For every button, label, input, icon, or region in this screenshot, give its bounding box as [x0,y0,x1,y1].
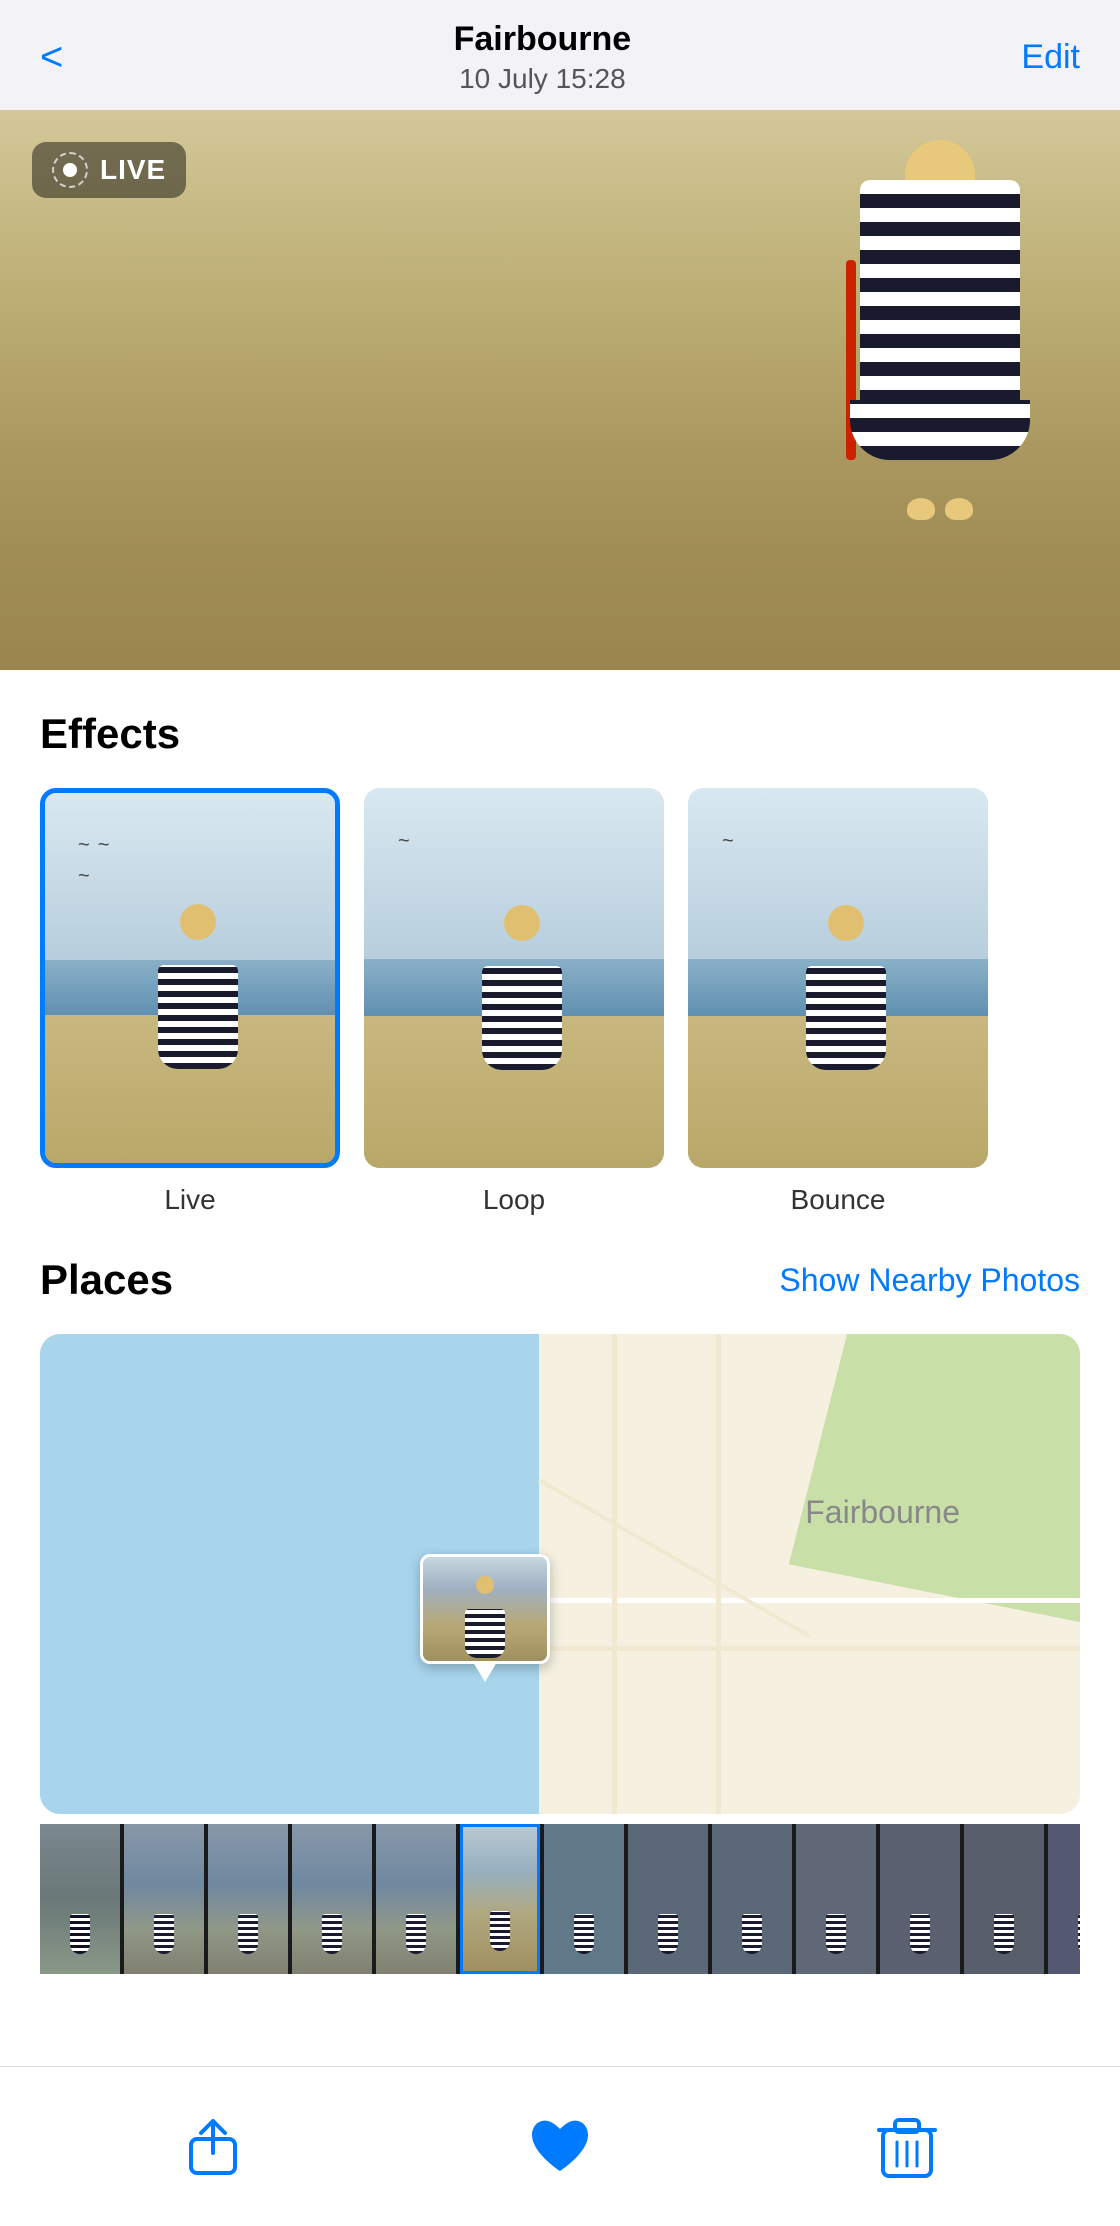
film-frame-9[interactable] [712,1824,792,1974]
film-frame-7[interactable] [544,1824,624,1974]
birds-bounce-icon: ~ [718,826,738,857]
places-header: Places Show Nearby Photos [40,1256,1080,1304]
film-person-7 [574,1914,594,1954]
filmstrip[interactable] [40,1824,1080,1974]
map-road-horizontal-2 [477,1646,1080,1651]
effects-header: Effects [40,710,1080,758]
birds-icon: ~~ ~ [74,830,113,892]
share-icon [183,2117,243,2177]
map-thumb-child [465,1576,505,1641]
poncho-body [860,180,1020,460]
film-frame-3[interactable] [208,1824,288,1974]
film-person-5 [406,1914,426,1954]
film-frame-8[interactable] [628,1824,708,1974]
effects-row: ~~ ~ Live [40,788,1080,1216]
film-person-11 [910,1914,930,1954]
places-title: Places [40,1256,173,1304]
map-road-horizontal-1 [477,1598,1080,1603]
effects-title: Effects [40,710,180,758]
film-person-9 [742,1914,762,1954]
map-photo-thumbnail [420,1554,550,1664]
photo-location-title: Fairbourne [454,20,632,59]
photo-date-time: 10 July 15:28 [454,63,632,95]
map-thumb-poncho [465,1609,505,1658]
film-person-8 [658,1914,678,1954]
thumb-child-bounce [806,905,886,1035]
heart-icon [528,2117,592,2177]
film-frame-11[interactable] [880,1824,960,1974]
map-container[interactable]: Fairbourne enrhyn [40,1334,1080,1814]
map-photo-thumb-inner [423,1557,547,1661]
header: < Fairbourne 10 July 15:28 Edit [0,0,1120,110]
right-foot [945,498,973,520]
effect-item-bounce[interactable]: ~ Bounce [688,788,988,1216]
film-person-2 [154,1914,174,1954]
effect-label-bounce: Bounce [791,1184,886,1216]
film-frame-4[interactable] [292,1824,372,1974]
effect-label-live: Live [164,1184,215,1216]
trash-icon [877,2114,937,2180]
thumb-child-loop [482,905,562,1035]
birds-loop-icon: ~ [394,826,414,857]
film-frame-5[interactable] [376,1824,456,1974]
map-photo-pin[interactable] [420,1554,550,1682]
map-fairbourne-label: Fairbourne [805,1494,960,1531]
thumb-child-poncho [158,965,238,1069]
live-badge[interactable]: LIVE [32,142,186,198]
delete-button[interactable] [867,2107,947,2187]
film-person-3 [238,1914,258,1954]
map-pin-tail [473,1662,497,1682]
effect-thumb-bounce[interactable]: ~ [688,788,988,1168]
film-person-10 [826,1914,846,1954]
film-frame-13[interactable] [1048,1824,1080,1974]
live-label: LIVE [100,154,166,186]
poncho-red-edge [846,260,856,460]
effect-label-loop: Loop [483,1184,545,1216]
effect-item-live[interactable]: ~~ ~ Live [40,788,340,1216]
show-nearby-photos-button[interactable]: Show Nearby Photos [779,1262,1080,1299]
thumb-beach-live: ~~ ~ [45,793,335,1163]
film-frame-10[interactable] [796,1824,876,1974]
film-frame-center[interactable] [460,1824,540,1974]
film-person-12 [994,1914,1014,1954]
back-button[interactable]: < [40,37,63,77]
live-dot [63,163,77,177]
effect-thumb-loop[interactable]: ~ [364,788,664,1168]
thumb-child-live [158,904,238,1034]
effect-item-loop[interactable]: ~ Loop [364,788,664,1216]
film-frame-2[interactable] [124,1824,204,1974]
poncho [860,180,1020,460]
thumb-child-head [180,904,216,940]
thumb-child-head-bounce [828,905,864,941]
map-road-vertical-1 [612,1334,617,1814]
film-person-13 [1078,1914,1080,1954]
thumb-child-poncho-loop [482,966,562,1070]
thumb-child-head-loop [504,905,540,941]
thumb-beach-bounce: ~ [688,788,988,1168]
map-road-vertical-2 [716,1334,721,1814]
left-foot [907,498,935,520]
edit-button[interactable]: Edit [1021,38,1080,77]
main-photo[interactable]: LIVE [0,110,1120,670]
content-area: Effects ~~ ~ [0,670,1120,2174]
share-button[interactable] [173,2107,253,2187]
film-person-4 [322,1914,342,1954]
live-icon [52,152,88,188]
film-frame-1[interactable] [40,1824,120,1974]
places-section: Places Show Nearby Photos Fairbourne enr… [40,1216,1080,1974]
like-button[interactable] [520,2107,600,2187]
thumb-child-poncho-bounce [806,966,886,1070]
effect-thumb-live[interactable]: ~~ ~ [40,788,340,1168]
child-figure [840,140,1040,520]
film-person-1 [70,1914,90,1954]
bottom-toolbar [0,2066,1120,2226]
header-center: Fairbourne 10 July 15:28 [454,20,632,95]
film-frame-12[interactable] [964,1824,1044,1974]
film-person-center [490,1911,510,1951]
map-thumb-head [476,1576,494,1594]
child-feet [907,498,973,520]
effects-section: Effects ~~ ~ [40,670,1080,1216]
thumb-beach-loop: ~ [364,788,664,1168]
